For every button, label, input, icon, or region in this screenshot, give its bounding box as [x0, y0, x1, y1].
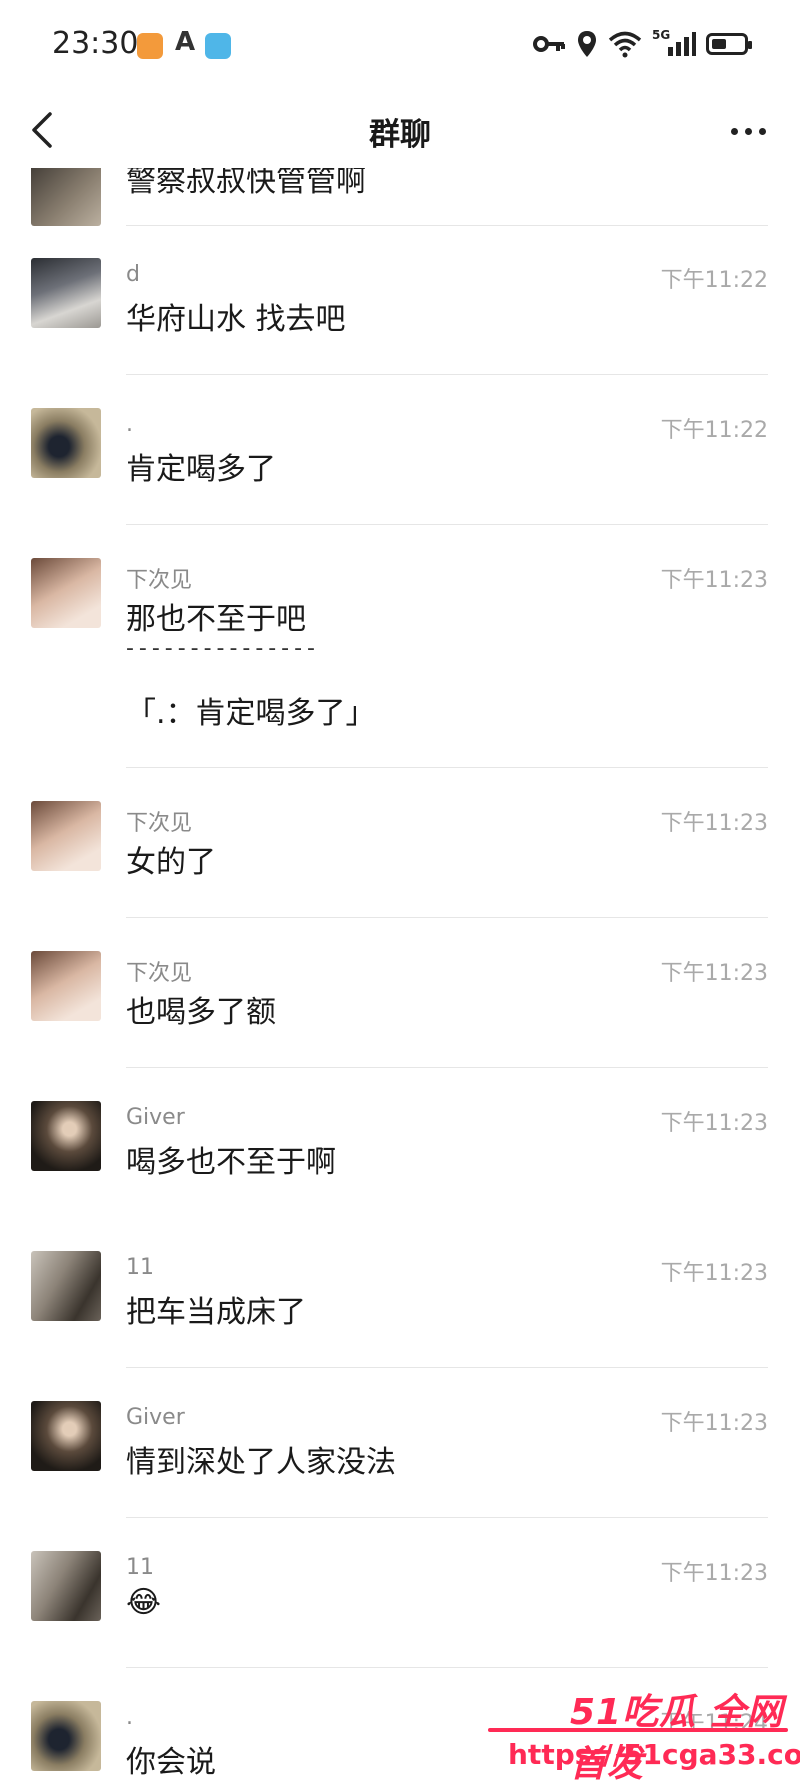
status-bar: 23:30 A 5G: [0, 0, 800, 92]
message-time: 下午11:23: [660, 1411, 768, 1436]
divider: [126, 374, 768, 375]
status-time: 23:30: [52, 26, 139, 61]
quote-separator: - - - - - - - - - - - - - - -: [126, 636, 315, 661]
battery-icon: [706, 33, 752, 55]
sender-name: 下次见: [126, 811, 193, 836]
message-time: 下午11:23: [660, 1111, 768, 1136]
nav-bar: 群聊: [0, 92, 800, 168]
battery-fill: [712, 39, 726, 49]
divider: [126, 524, 768, 525]
message-time: 下午11:23: [660, 1261, 768, 1286]
signal-icon: 5G: [652, 28, 696, 58]
message-time: 下午11:23: [660, 961, 768, 986]
app-notification-icon: [137, 33, 163, 59]
message-time: 下午11:23: [660, 568, 768, 593]
message-text: 情到深处了人家没法: [126, 1445, 396, 1480]
network-type: 5G: [652, 28, 671, 42]
divider: [126, 1667, 768, 1668]
location-icon: [578, 31, 596, 57]
divider: [126, 917, 768, 918]
sender-name: 下次见: [126, 961, 193, 986]
message-time: 下午11:23: [660, 811, 768, 836]
watermark-url: https://51cga33.com: [508, 1738, 800, 1771]
key-icon: [533, 36, 565, 52]
sender-name: Giver: [126, 1405, 185, 1430]
avatar[interactable]: [31, 558, 101, 628]
wifi-icon: [608, 31, 642, 58]
message-text: 肯定喝多了: [126, 452, 276, 487]
sender-name: 11: [126, 1555, 154, 1580]
sender-name: .: [126, 412, 133, 437]
more-options-icon[interactable]: [731, 128, 766, 135]
message-text: 女的了: [126, 845, 216, 880]
avatar[interactable]: [31, 951, 101, 1021]
sender-name: d: [126, 262, 140, 287]
avatar[interactable]: [31, 1701, 101, 1771]
avatar[interactable]: [31, 258, 101, 328]
quoted-message: 「.：肯定喝多了」: [126, 696, 376, 731]
sender-name: .: [126, 1705, 133, 1730]
avatar[interactable]: [31, 1101, 101, 1171]
sender-name: 下次见: [126, 568, 193, 593]
message-time: 下午11:23: [660, 1561, 768, 1586]
message-text: 那也不至于吧: [126, 602, 306, 637]
emoji-message: 😂: [126, 1585, 162, 1620]
watermark-title: 51吃瓜 全网首发: [570, 1692, 784, 1785]
avatar[interactable]: [31, 408, 101, 478]
message-time: 下午11:22: [660, 268, 768, 293]
divider: [126, 1067, 768, 1068]
divider: [126, 225, 768, 226]
page-title: 群聊: [369, 117, 431, 153]
status-icons: 5G: [532, 28, 752, 58]
book-app-icon: [205, 33, 231, 59]
avatar[interactable]: [31, 168, 101, 226]
message-text: 你会说: [126, 1745, 216, 1780]
message-text: 也喝多了额: [126, 995, 276, 1030]
divider: [126, 1517, 768, 1518]
message-time: 下午11:22: [660, 418, 768, 443]
message-text: 警察叔叔快管管啊: [126, 168, 366, 199]
message-text: 把车当成床了: [126, 1295, 306, 1330]
avatar[interactable]: [31, 1251, 101, 1321]
message-list[interactable]: 警察叔叔快管管啊 d 下午11:22 华府山水 找去吧 . 下午11:22 肯定…: [0, 168, 800, 1787]
message-text: 喝多也不至于啊: [126, 1145, 336, 1180]
avatar[interactable]: [31, 801, 101, 871]
divider: [126, 1367, 768, 1368]
sender-name: Giver: [126, 1105, 185, 1130]
sender-name: 11: [126, 1255, 154, 1280]
avatar[interactable]: [31, 1551, 101, 1621]
divider: [126, 767, 768, 768]
avatar[interactable]: [31, 1401, 101, 1471]
watermark-underline: [488, 1728, 788, 1732]
a-notification-icon: A: [175, 27, 196, 57]
message-text: 华府山水 找去吧: [126, 302, 346, 337]
